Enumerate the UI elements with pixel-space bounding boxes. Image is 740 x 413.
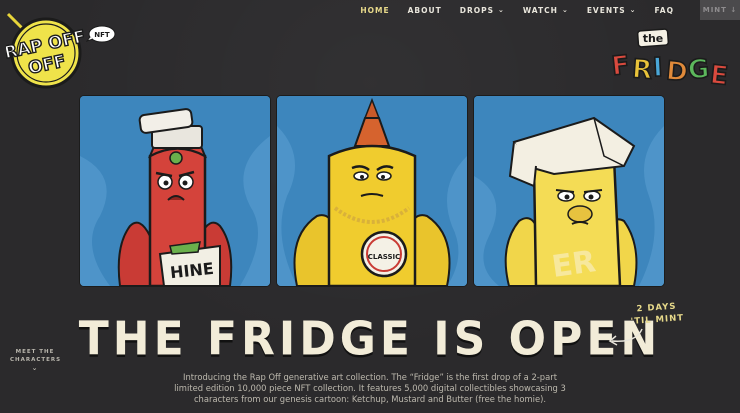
svg-text:D: D	[665, 56, 689, 88]
nav-home[interactable]: HOME	[360, 6, 389, 15]
svg-text:E: E	[709, 60, 730, 92]
nav-events[interactable]: EVENTS ⌄	[587, 6, 637, 15]
curved-arrow-icon	[608, 328, 643, 346]
nft-badge: NFT	[86, 25, 116, 43]
chevron-down-icon: ⌄	[629, 5, 637, 14]
nav-about[interactable]: ABOUT	[408, 6, 442, 15]
svg-text:I: I	[652, 53, 663, 83]
intro-paragraph: Introducing the Rap Off generative art c…	[174, 372, 566, 405]
the-fridge-logo: the F R I D G E	[609, 28, 730, 92]
card-mustard[interactable]: CLASSIC	[277, 96, 467, 286]
chevron-down-icon: ⌄	[498, 5, 505, 14]
chevron-down-icon: ⌄	[561, 5, 569, 14]
nav-faq[interactable]: FAQ	[655, 6, 674, 15]
svg-text:R: R	[631, 54, 653, 85]
mint-button[interactable]: MINT ↓	[700, 0, 740, 20]
svg-text:CLASSIC: CLASSIC	[368, 253, 401, 261]
svg-text:ER: ER	[550, 244, 598, 285]
svg-text:G: G	[687, 54, 710, 85]
card-ketchup[interactable]: HINE	[80, 96, 270, 286]
svg-text:the: the	[643, 32, 664, 45]
card-butter[interactable]: ER	[474, 96, 664, 286]
nav-drops[interactable]: DROPS ⌄	[460, 6, 505, 15]
svg-text:NFT: NFT	[94, 31, 110, 39]
svg-text:F: F	[610, 50, 631, 82]
main-nav: HOME ABOUT DROPS ⌄ WATCH ⌄ EVENTS ⌄ FAQ	[360, 0, 692, 20]
nav-watch[interactable]: WATCH ⌄	[523, 6, 569, 15]
rap-off-logo[interactable]: RAP OFF OFF	[6, 12, 84, 90]
meet-characters-link[interactable]: MEET THE CHARACTERS ⌄	[10, 348, 60, 372]
chevron-down-icon: ⌄	[31, 364, 39, 372]
